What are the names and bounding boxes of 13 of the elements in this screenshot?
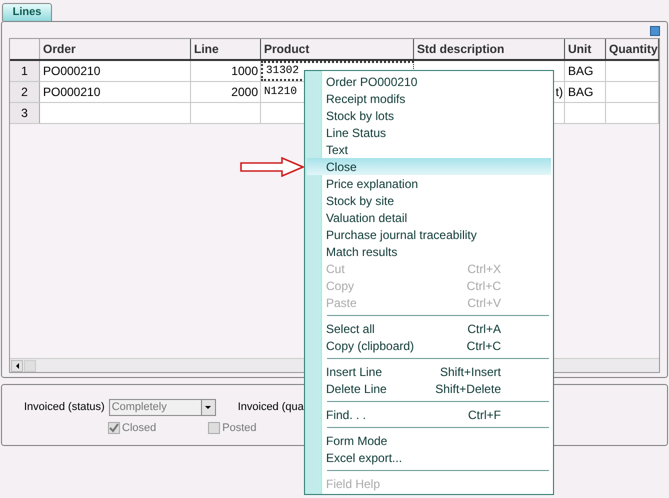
checkbox-label: Posted <box>222 421 256 436</box>
row-number: 2 <box>10 82 40 102</box>
field-label: Invoiced (status) <box>24 400 105 416</box>
field-label: Invoiced (qua <box>238 400 304 416</box>
table-cell: 1000 <box>191 61 261 81</box>
row-number: 3 <box>10 103 40 123</box>
row-number: 1 <box>10 61 40 81</box>
checkbox-label: Closed <box>122 421 156 436</box>
table-cell: PO000210 <box>40 61 191 81</box>
table-cell: PO000210 <box>40 82 191 102</box>
table-cell: 2000 <box>191 82 261 102</box>
table-cell: BAG <box>565 61 606 81</box>
table-cell: BAG <box>565 82 606 102</box>
